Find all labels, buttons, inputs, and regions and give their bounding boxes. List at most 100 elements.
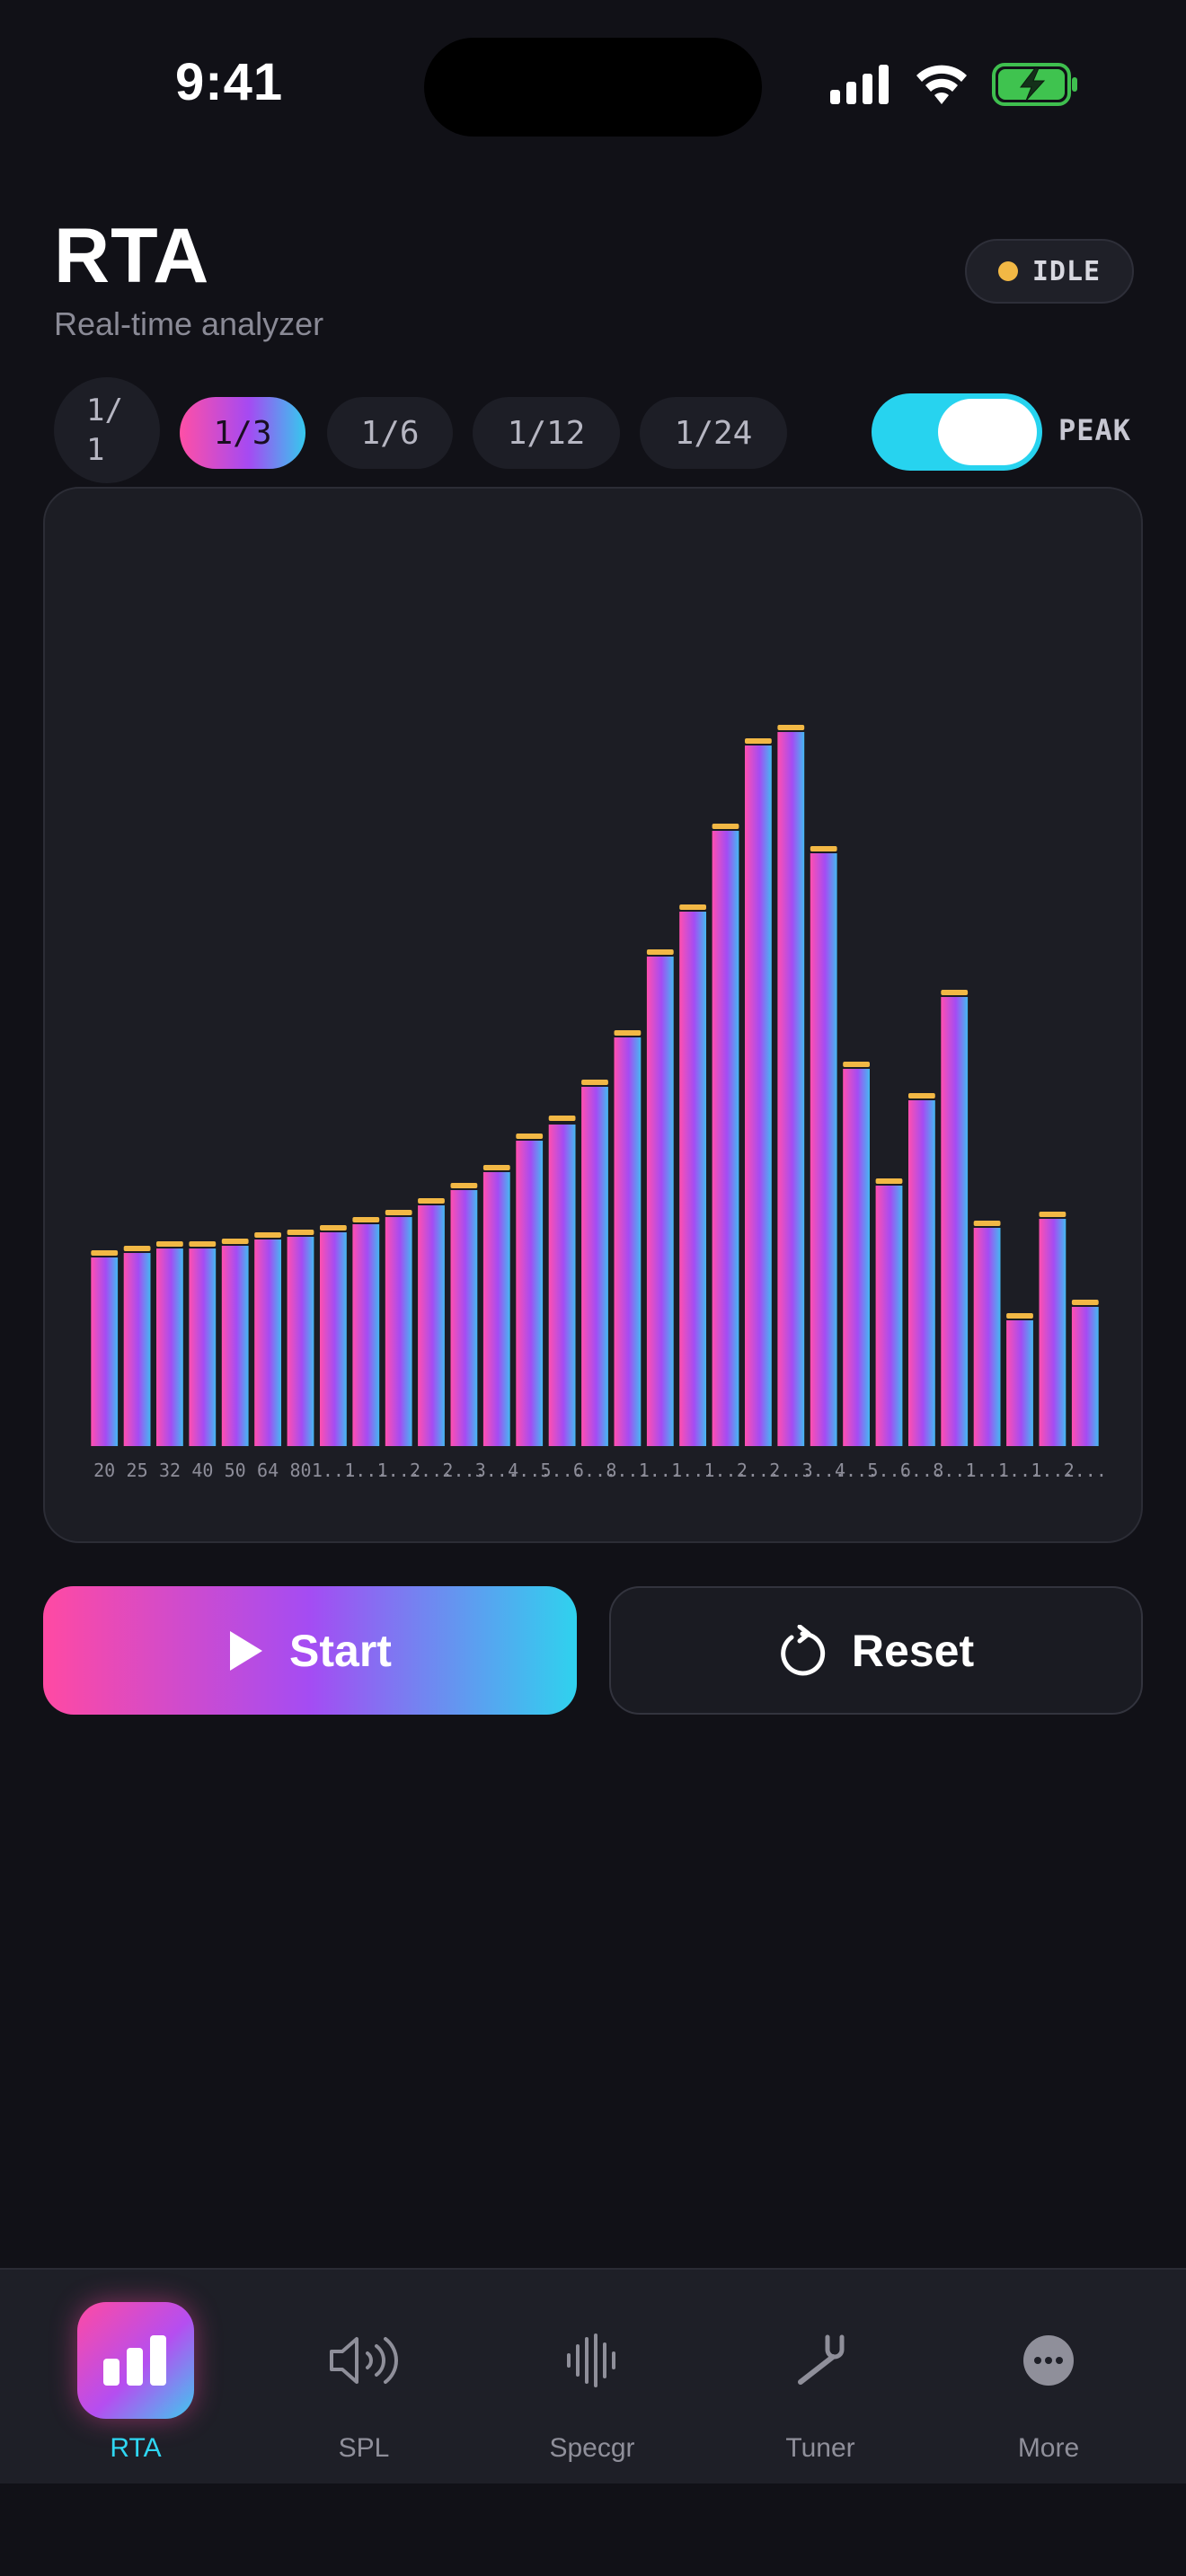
tab-spl[interactable]: SPL [250,2270,478,2485]
tab-tuner[interactable]: Tuner [706,2270,934,2485]
page-subtitle: Real-time analyzer [54,305,324,342]
wifi-icon [916,65,967,104]
frequency-tick-label: 50 [225,1460,246,1481]
status-badge-label: IDLE [1031,255,1102,287]
frequency-tick-label: 32 [159,1460,181,1481]
home-indicator-area [0,2483,1186,2576]
peak-marker [1006,1313,1033,1319]
tab-more[interactable]: More [934,2270,1163,2485]
rta-bar [679,912,706,1446]
tab-label: Specgr [549,2433,635,2463]
rta-bar [1071,1307,1099,1446]
rta-bar [614,1037,642,1446]
reset-button-label: Reset [851,1625,975,1676]
peak-marker [843,1062,870,1067]
page-title: RTA [54,213,210,299]
rta-bar [712,831,739,1446]
rta-chart-card: 20 25 32 40 50 64 80 1... 1... 1... 2... 2... 3... 4.… [43,487,1143,1543]
rta-bar [745,745,772,1446]
resolution-option-1-12[interactable]: 1/12 [473,397,620,469]
bar-chart-icon [77,2302,194,2419]
resolution-option-1-3[interactable]: 1/3 [180,397,305,469]
status-icons [830,63,1078,106]
peak-marker [123,1246,151,1251]
resolution-option-1-6[interactable]: 1/6 [327,397,453,469]
peak-marker [712,824,739,829]
tab-rta[interactable]: RTA [22,2270,250,2485]
tab-label: More [1017,2433,1080,2463]
peak-marker [221,1239,249,1244]
peak-marker [91,1250,119,1256]
resolution-option-1-24[interactable]: 1/24 [640,397,787,469]
rta-bar [482,1172,510,1446]
peak-hold-toggle[interactable] [872,393,1042,471]
peak-marker [418,1198,445,1204]
rta-bar [516,1141,544,1446]
rta-bar [843,1069,870,1446]
rta-bar [581,1087,608,1446]
frequency-tick-label: 25 [127,1460,148,1481]
resolution-option-1-1[interactable]: 1/ 1 [54,377,160,483]
peak-marker [1039,1212,1067,1217]
peak-marker [614,1030,642,1036]
peak-marker [482,1165,510,1170]
peak-marker [352,1217,380,1222]
resolution-option-label: 1/ 1 [86,393,123,468]
peak-marker [320,1225,347,1231]
peak-marker [941,990,969,995]
rta-bar [777,732,805,1446]
rta-bar [810,853,837,1446]
signal-icon [830,65,889,104]
rta-bar [123,1253,151,1446]
rta-bar [646,957,674,1446]
peak-marker [287,1230,314,1235]
peak-marker [254,1232,281,1238]
rta-bar [908,1100,935,1446]
tuning-fork-icon [762,2302,879,2419]
status-time: 9:41 [175,53,284,111]
peak-marker [777,725,805,730]
rta-bar [875,1186,903,1446]
status-bar: 9:41 [0,0,1186,162]
rta-bar [156,1248,183,1446]
peak-marker [679,904,706,910]
reset-button[interactable]: Reset [609,1586,1143,1715]
rta-bar [941,997,969,1446]
peak-marker [810,846,837,851]
rta-bar [418,1205,445,1446]
tab-label: Tuner [785,2433,855,2463]
peak-marker [973,1221,1001,1226]
peak-marker [875,1178,903,1184]
rta-bar [352,1224,380,1446]
frequency-tick-label: 80 [289,1460,311,1481]
frequency-tick-label: 40 [191,1460,213,1481]
tab-bar: RTA SPL Specgr Tuner More [0,2268,1186,2483]
frequency-tick-label: 2... [1064,1460,1107,1481]
rta-bar [450,1190,478,1446]
peak-marker [450,1183,478,1188]
peak-marker [745,738,772,744]
play-icon [230,1630,263,1671]
waveform-icon [534,2302,651,2419]
frequency-tick-label: 64 [257,1460,279,1481]
tab-label: RTA [110,2433,162,2463]
rta-bar-chart: 20 25 32 40 50 64 80 1...1...1...2...2...3...4.… [91,725,1107,1481]
rta-bar [287,1237,314,1446]
tab-specgr[interactable]: Specgr [478,2270,706,2485]
rta-bar [973,1228,1001,1446]
tab-label: SPL [338,2433,390,2463]
rta-bar [1006,1320,1033,1446]
start-button[interactable]: Start [43,1586,577,1715]
rta-bar [320,1232,347,1446]
start-button-label: Start [289,1625,392,1676]
peak-marker [189,1241,217,1247]
reset-icon [781,1624,826,1675]
speaker-icon [305,2302,422,2419]
rta-bar [189,1248,217,1446]
peak-marker [646,949,674,955]
rta-bar [385,1217,412,1446]
battery-charging-icon [992,63,1077,106]
peak-label: PEAK [1058,413,1132,447]
status-badge: IDLE [965,239,1134,304]
more-icon [990,2302,1107,2419]
